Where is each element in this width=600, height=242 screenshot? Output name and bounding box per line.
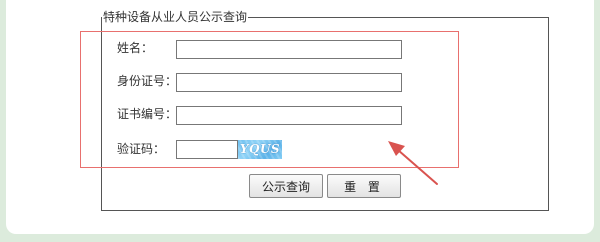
annotation-arrow-icon: [388, 141, 438, 185]
